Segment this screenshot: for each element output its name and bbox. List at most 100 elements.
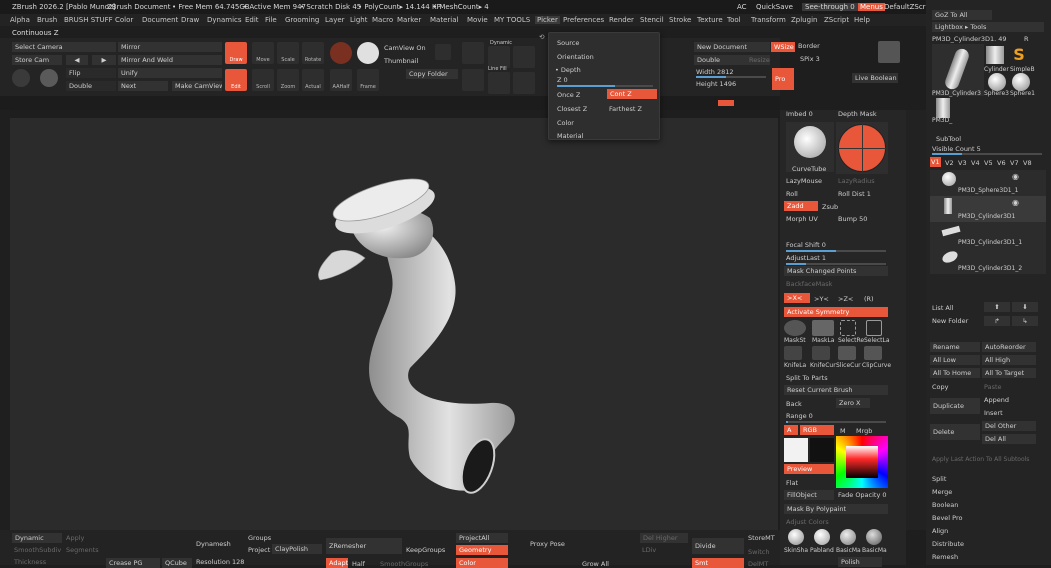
draw-icon[interactable]: Draw	[225, 42, 247, 64]
menu-item-file[interactable]: File	[265, 16, 277, 24]
depth-item[interactable]: • Depth	[555, 66, 581, 74]
subtool-row[interactable]: PM3D_Cylinder3D1_2	[930, 248, 1046, 274]
once-z-button[interactable]: Once Z	[557, 91, 580, 99]
fade-opacity-slider[interactable]: Fade Opacity 0	[838, 491, 887, 499]
focal-shift-slider[interactable]: Focal Shift 0	[786, 241, 826, 249]
menu-item-brush[interactable]: Brush	[37, 16, 57, 24]
half-button[interactable]: Half	[352, 560, 365, 568]
range-slider[interactable]: Range 0	[786, 412, 813, 420]
menu-item-brush-stuff[interactable]: BRUSH STUFF	[64, 16, 113, 24]
sphere-icon[interactable]	[40, 69, 58, 87]
source-item[interactable]: Source	[557, 39, 579, 47]
fillobject-button[interactable]: FillObject	[784, 490, 834, 500]
subtool-eye-icon[interactable]: ◉	[1012, 198, 1019, 207]
transp-icon[interactable]	[513, 72, 535, 94]
rename-button[interactable]: Rename	[930, 342, 980, 352]
crease-pg-button[interactable]: Crease PG	[106, 558, 160, 568]
closest-z-button[interactable]: Closest Z	[557, 105, 587, 113]
persp-icon[interactable]	[488, 46, 510, 68]
border-button[interactable]: Border	[798, 42, 820, 50]
alpha-icon[interactable]	[357, 42, 379, 64]
menu-item-stencil[interactable]: Stencil	[640, 16, 664, 24]
subtool-row[interactable]: PM3D_Cylinder3D1 ◉	[930, 196, 1046, 222]
menu-item-render[interactable]: Render	[609, 16, 634, 24]
version-v3[interactable]: V3	[958, 159, 967, 167]
menu-item-preferences[interactable]: Preferences	[563, 16, 604, 24]
roll-button[interactable]: Roll	[786, 190, 798, 198]
storemt-button[interactable]: StoreMT	[748, 534, 775, 542]
preview-button[interactable]: Preview	[784, 464, 834, 474]
move-up-button[interactable]: ⬆	[984, 302, 1010, 312]
menu-item-alpha[interactable]: Alpha	[10, 16, 30, 24]
actual-icon[interactable]: Actual	[302, 69, 324, 91]
polyf-icon[interactable]	[488, 72, 510, 94]
grow-all-button[interactable]: Grow All	[582, 560, 609, 568]
menu-item-grooming[interactable]: Grooming	[285, 16, 319, 24]
list-all-button[interactable]: List All	[932, 304, 954, 312]
canvas-viewport[interactable]	[10, 118, 778, 530]
menu-item-color[interactable]: Color	[115, 16, 133, 24]
lazymouse-button[interactable]: LazyMouse	[786, 177, 822, 185]
make-camview-button[interactable]: Make CamView	[172, 81, 222, 91]
pabland-material-icon[interactable]	[814, 529, 830, 545]
double-button[interactable]: Double	[66, 81, 116, 91]
maskstroke-icon[interactable]	[784, 320, 806, 336]
cont-z-button[interactable]: Cont Z	[607, 89, 657, 99]
scroll-icon[interactable]: Scroll	[252, 69, 274, 91]
current-tool-slider[interactable]: PM3D_Cylinder3D1. 49	[932, 35, 1007, 43]
polish-button[interactable]: Polish	[838, 557, 882, 567]
spix-slider[interactable]: SPix 3	[800, 55, 820, 63]
proxy-pose-button[interactable]: Proxy Pose	[530, 540, 565, 548]
del-other-button[interactable]: Del Other	[982, 421, 1036, 431]
zadd-button[interactable]: Zadd	[784, 201, 818, 211]
insert-button[interactable]: Insert	[984, 409, 1003, 417]
menu-item-macro[interactable]: Macro	[372, 16, 393, 24]
duplicate-button[interactable]: Duplicate	[930, 398, 980, 414]
menu-item-zplugin[interactable]: Zplugin	[791, 16, 817, 24]
roll-dist-slider[interactable]: Roll Dist 1	[838, 190, 871, 198]
move-down-button[interactable]: ⬇	[1012, 302, 1038, 312]
snapshot-icon[interactable]	[435, 44, 451, 60]
orientation-item[interactable]: Orientation	[557, 53, 594, 61]
subtool-header[interactable]: SubTool	[936, 135, 961, 143]
z-slider[interactable]	[557, 85, 653, 87]
brush-icon[interactable]	[330, 42, 352, 64]
zoom-icon[interactable]: Zoom	[277, 69, 299, 91]
rotate-icon[interactable]: Rotate	[302, 42, 324, 64]
smoothsubdiv-slider[interactable]: SmoothSubdiv	[14, 546, 61, 554]
mask-by-polypaint-button[interactable]: Mask By Polypaint	[784, 504, 888, 514]
activate-symmetry-button[interactable]: Activate Symmetry	[784, 307, 888, 317]
version-v1[interactable]: V1	[930, 157, 941, 167]
smt-button[interactable]: Smt	[692, 558, 744, 568]
geometry-button[interactable]: Geometry	[456, 545, 508, 555]
menu-item-material[interactable]: Material	[430, 16, 458, 24]
menus-button[interactable]: Menus	[858, 3, 885, 11]
mask-changed-points-button[interactable]: Mask Changed Points	[784, 266, 888, 276]
cylinder-thumb-icon[interactable]	[986, 46, 1004, 64]
merge-button[interactable]: Merge	[932, 488, 952, 496]
adjust-last-slider[interactable]: AdjustLast 1	[786, 254, 826, 262]
depth-mask-label[interactable]: Depth Mask	[838, 110, 877, 118]
z-slider-label[interactable]: Z 0	[557, 76, 568, 84]
all-high-button[interactable]: All High	[982, 355, 1036, 365]
selectlasso-icon[interactable]	[866, 320, 882, 336]
segments-slider[interactable]: Segments	[66, 546, 99, 554]
lazyradius-slider[interactable]: LazyRadius	[838, 177, 875, 185]
apply-button[interactable]: Apply	[66, 534, 84, 542]
zero-x-button[interactable]: Zero X	[836, 398, 870, 408]
quicksave-button[interactable]: QuickSave	[756, 3, 793, 11]
select-camera-button[interactable]: Select Camera	[12, 42, 116, 52]
height-slider[interactable]: Height 1496	[696, 80, 736, 88]
pro-button[interactable]: Pro	[772, 68, 794, 90]
copy-button[interactable]: Copy	[932, 383, 949, 391]
project-button[interactable]: Project	[248, 546, 270, 554]
ac-label[interactable]: AC	[737, 3, 747, 11]
m-button[interactable]: M	[840, 427, 846, 435]
new-folder-button[interactable]: New Folder	[932, 317, 968, 325]
keepgroups-button[interactable]: KeepGroups	[406, 546, 445, 554]
skinshade-material-icon[interactable]	[788, 529, 804, 545]
x-symmetry-button[interactable]: >X<	[784, 293, 810, 303]
unify-button[interactable]: Unify	[118, 68, 222, 78]
menu-item-light[interactable]: Light	[350, 16, 367, 24]
version-v7[interactable]: V7	[1010, 159, 1019, 167]
